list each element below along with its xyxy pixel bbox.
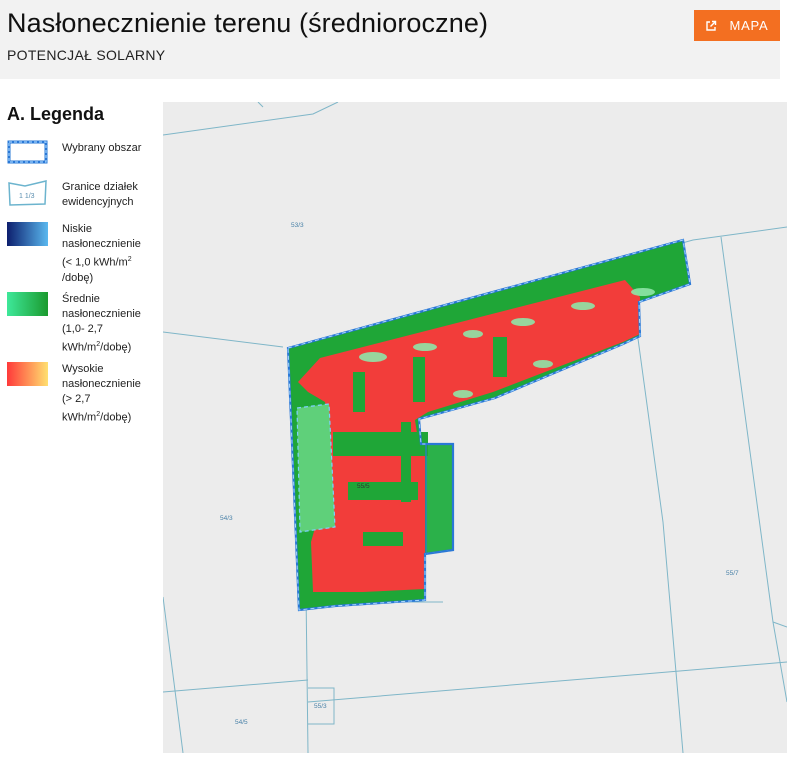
parcel-swatch-text: 1 1/3 [19, 193, 35, 200]
parcel-label: 54/5 [235, 719, 248, 726]
legend-label-medium: Średnie nasłonecznienie (1,0- 2,7 kWh/m2… [62, 293, 141, 354]
page-title: Nasłonecznienie terenu (średnioroczne) [7, 8, 489, 38]
parcel-label: 54/3 [220, 515, 233, 522]
page-subtitle: POTENCJAŁ SOLARNY [7, 47, 166, 63]
legend-item-selected-area: Wybrany obszar [7, 140, 158, 164]
legend-label-parcels: Granice działek ewidencyjnych [62, 181, 138, 208]
parcel-boundaries [163, 102, 787, 753]
map-button-label: MAPA [729, 18, 769, 33]
external-link-icon [705, 20, 717, 32]
map-canvas [163, 102, 787, 753]
legend-label-high: Wysokie nasłonecznienie (> 2,7 kWh/m2/do… [62, 363, 141, 424]
high-insolation-swatch [7, 362, 48, 386]
insolation-map[interactable]: 53/3 55/5 54/3 55/7 55/3 54/5 [163, 102, 787, 753]
low-insolation-swatch [7, 222, 48, 246]
legend-item-low: Niskie nasłonecznienie (< 1,0 kWh/m2 /do… [7, 222, 158, 286]
legend-item-high: Wysokie nasłonecznienie (> 2,7 kWh/m2/do… [7, 362, 158, 426]
legend-label-low: Niskie nasłonecznienie (< 1,0 kWh/m2 /do… [62, 223, 141, 284]
parcel-label: 53/3 [291, 222, 304, 229]
map-button[interactable]: MAPA [694, 10, 780, 41]
parcel-label: 55/3 [314, 703, 327, 710]
parcel-label: 55/7 [726, 570, 739, 577]
parcel-label: 55/5 [357, 483, 370, 490]
legend-item-medium: Średnie nasłonecznienie (1,0- 2,7 kWh/m2… [7, 292, 158, 356]
header-bar: Nasłonecznienie terenu (średnioroczne) P… [0, 0, 780, 79]
medium-insolation-swatch [7, 292, 48, 316]
legend-label-selected: Wybrany obszar [62, 142, 142, 154]
legend-title: A. Legenda [7, 104, 105, 124]
legend-item-parcels: 1 1/3 Granice działek ewidencyjnych [7, 180, 158, 210]
selected-area-swatch [7, 140, 48, 164]
parcel-boundary-swatch: 1 1/3 [8, 180, 47, 206]
selected-building-footprint [286, 238, 692, 612]
